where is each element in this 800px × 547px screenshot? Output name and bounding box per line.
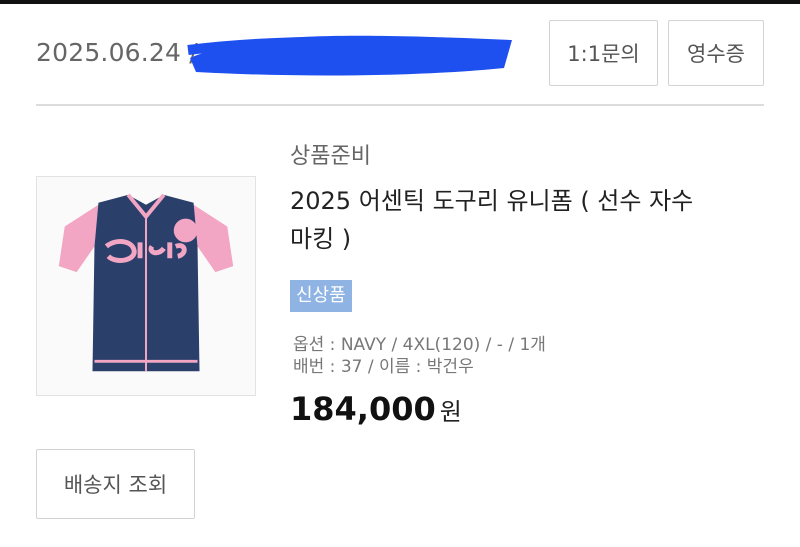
product-name[interactable]: 2025 어센틱 도구리 유니폼 ( 선수 자수 마킹 ): [290, 182, 710, 258]
section-divider: [36, 104, 764, 106]
product-marking: 배번 : 37 / 이름 : 박건우: [293, 357, 474, 377]
order-status: 상품준비: [290, 144, 371, 169]
new-product-badge: 신상품: [290, 280, 352, 312]
product-price: 184,000 원: [290, 390, 462, 428]
delivery-tracking-button[interactable]: 배송지 조회: [36, 449, 195, 519]
price-amount: 184,000: [290, 390, 436, 428]
top-edge-bar: [0, 0, 800, 4]
inquiry-button[interactable]: 1:1문의: [549, 20, 658, 86]
jersey-image-icon: [37, 177, 255, 395]
redaction-scribble: [187, 35, 512, 76]
product-image[interactable]: [36, 176, 256, 396]
order-header: 2025.06.24 / 2 1:1문의 영수증: [36, 18, 764, 86]
price-unit: 원: [439, 398, 462, 426]
receipt-button[interactable]: 영수증: [668, 20, 764, 86]
